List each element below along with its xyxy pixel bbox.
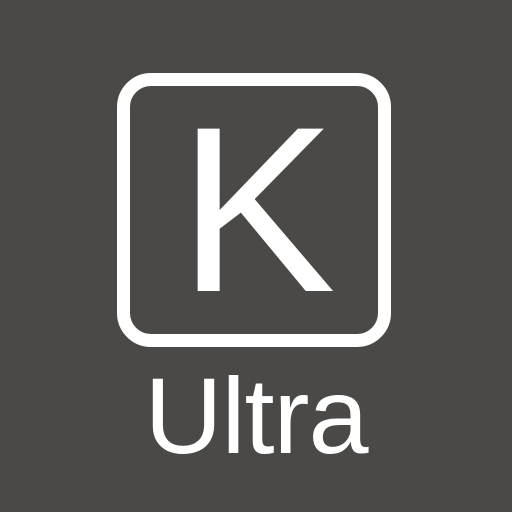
key-letter: K bbox=[178, 78, 336, 342]
app-icon[interactable]: K Ultra bbox=[0, 0, 512, 512]
app-label: Ultra bbox=[144, 355, 368, 476]
